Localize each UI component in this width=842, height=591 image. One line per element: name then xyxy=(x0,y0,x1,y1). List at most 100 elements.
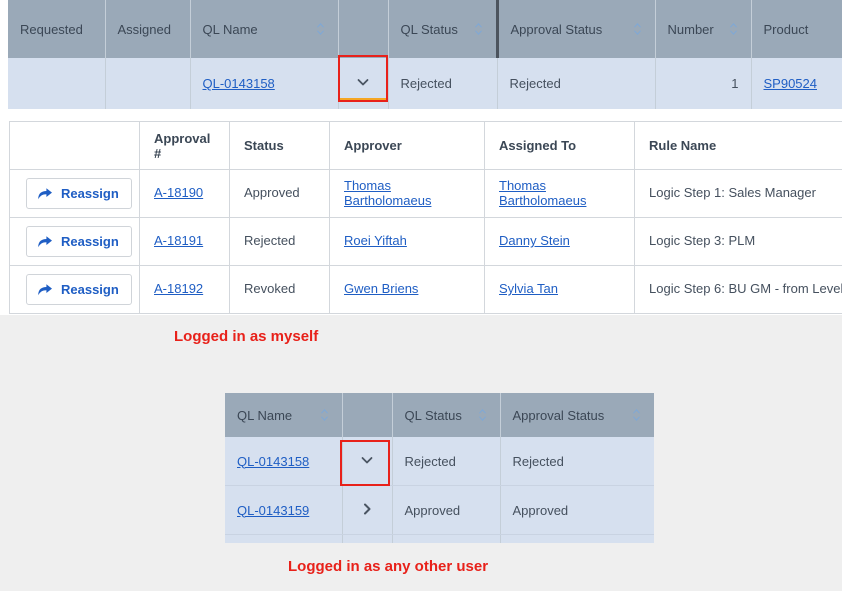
expanded-row-indicator xyxy=(340,98,386,101)
forward-arrow-icon xyxy=(37,235,53,249)
column-header-number[interactable]: Number xyxy=(655,0,752,58)
column-header-label: QL Status xyxy=(404,407,462,423)
reassign-button[interactable]: Reassign xyxy=(26,226,132,257)
cell-ql-name xyxy=(225,534,343,543)
forward-arrow-icon xyxy=(37,187,53,201)
cell-ql-status: Rejected xyxy=(392,437,501,486)
quote-line-grid-table: Requested Assigned QL Name QL Status App… xyxy=(8,0,842,109)
product-link[interactable]: SP90524 xyxy=(764,76,818,91)
detail-column-header-actions xyxy=(9,121,140,170)
cell-assigned-to: Sylvia Tan xyxy=(484,265,635,314)
column-header-ql-status[interactable]: QL Status xyxy=(388,0,499,58)
cell-approver: Thomas Bartholomaeus xyxy=(329,169,485,218)
column-header-expander xyxy=(342,393,393,437)
approval-detail-grid: Approval # Status Approver Assigned To R… xyxy=(0,110,842,315)
column-header-approval-status[interactable]: Approval Status xyxy=(497,0,656,58)
column-header-label: Product xyxy=(763,21,809,37)
ql-name-link[interactable]: QL-0143158 xyxy=(237,454,309,469)
column-header-product[interactable]: Product xyxy=(751,0,842,58)
cell-actions: Reassign xyxy=(9,265,140,314)
column-header-assigned[interactable]: Assigned xyxy=(105,0,191,58)
reassign-button-label: Reassign xyxy=(61,282,119,297)
approver-link[interactable]: Thomas Bartholomaeus xyxy=(344,178,431,208)
column-header-label: Approval Status xyxy=(512,407,605,423)
row-expander-button[interactable] xyxy=(338,58,389,109)
reassign-button[interactable]: Reassign xyxy=(26,178,132,209)
chevron-down-icon xyxy=(356,75,370,89)
cell-status: Approved xyxy=(229,169,330,218)
detail-header-row: Approval # Status Approver Assigned To R… xyxy=(9,121,842,170)
cell-rule-name: Logic Step 1: Sales Manager xyxy=(634,169,842,218)
ql-name-link[interactable]: QL-0143158 xyxy=(203,76,275,91)
column-header-label: Assigned xyxy=(117,21,171,37)
column-header-ql-name[interactable]: QL Name xyxy=(190,0,339,58)
detail-column-header-approver: Approver xyxy=(329,121,485,170)
cell-approval-number: A-18192 xyxy=(139,265,230,314)
cell-approval-status: Rejected xyxy=(500,437,654,486)
approval-number-link[interactable]: A-18190 xyxy=(154,185,203,200)
table-row[interactable]: QL-0143158 Rejected Rejected 1 SP90524 xyxy=(8,58,842,109)
approval-number-link[interactable]: A-18191 xyxy=(154,233,203,248)
column-header-label: QL Name xyxy=(202,21,258,37)
cell-ql-name: QL-0143159 xyxy=(225,485,343,535)
cell-requested xyxy=(8,58,106,109)
cell-approver: Gwen Briens xyxy=(329,265,485,314)
column-header-ql-status[interactable]: QL Status xyxy=(392,393,501,437)
chevron-right-icon xyxy=(360,502,374,516)
detail-column-header-approval-number: Approval # xyxy=(139,121,230,170)
quote-line-grid-other-user-table: QL Name QL Status Approval Status QL-014… xyxy=(225,393,654,543)
sort-icon[interactable] xyxy=(319,408,330,422)
reassign-button[interactable]: Reassign xyxy=(26,274,132,305)
cell-rule-name: Logic Step 3: PLM xyxy=(634,217,842,266)
sort-icon[interactable] xyxy=(632,22,643,36)
table-row[interactable]: QL-0143158 Rejected Rejected xyxy=(225,437,654,486)
reassign-button-label: Reassign xyxy=(61,234,119,249)
reassign-button-label: Reassign xyxy=(61,186,119,201)
column-header-expander xyxy=(338,0,389,58)
detail-column-header-status: Status xyxy=(229,121,330,170)
approval-number-link[interactable]: A-18192 xyxy=(154,281,203,296)
row-expander-button[interactable] xyxy=(342,437,393,486)
sort-icon[interactable] xyxy=(728,22,739,36)
sort-icon[interactable] xyxy=(477,408,488,422)
table-row-partial xyxy=(225,534,654,543)
table-row[interactable]: QL-0143159 Approved Approved xyxy=(225,485,654,535)
cell-approver: Roei Yiftah xyxy=(329,217,485,266)
cell-assigned-to: Danny Stein xyxy=(484,217,635,266)
assigned-to-link[interactable]: Danny Stein xyxy=(499,233,570,248)
row-expander-button[interactable] xyxy=(342,485,393,535)
cell-approval-status: Rejected xyxy=(497,58,656,109)
cell-ql-status: Approved xyxy=(392,485,501,535)
cell-number: 1 xyxy=(655,58,752,109)
cell-ql-name: QL-0143158 xyxy=(190,58,339,109)
cell-product: SP90524 xyxy=(751,58,842,109)
cell-ql-status xyxy=(392,534,501,543)
sort-icon[interactable] xyxy=(473,22,484,36)
quote-line-grid: Requested Assigned QL Name QL Status App… xyxy=(0,0,842,110)
cell-approval-status xyxy=(500,534,654,543)
sort-icon[interactable] xyxy=(315,22,326,36)
chevron-down-icon xyxy=(360,453,374,467)
cell-ql-status: Rejected xyxy=(388,58,498,109)
cell-status: Rejected xyxy=(229,217,330,266)
cell-approval-number: A-18191 xyxy=(139,217,230,266)
sort-icon[interactable] xyxy=(631,408,642,422)
cell-ql-name: QL-0143158 xyxy=(225,437,343,486)
cell-expander xyxy=(342,534,393,543)
forward-arrow-icon xyxy=(37,283,53,297)
assigned-to-link[interactable]: Thomas Bartholomaeus xyxy=(499,178,586,208)
cell-actions: Reassign xyxy=(9,169,140,218)
column-header-approval-status[interactable]: Approval Status xyxy=(500,393,654,437)
approver-link[interactable]: Roei Yiftah xyxy=(344,233,407,248)
annotation-caption-bottom: Logged in as any other user xyxy=(288,558,489,575)
column-header-label: QL Status xyxy=(400,21,458,37)
assigned-to-link[interactable]: Sylvia Tan xyxy=(499,281,558,296)
column-header-requested[interactable]: Requested xyxy=(8,0,106,58)
column-header-ql-name[interactable]: QL Name xyxy=(225,393,343,437)
cell-status: Revoked xyxy=(229,265,330,314)
table-row: Reassign A-18191 Rejected Roei Yiftah Da… xyxy=(9,217,842,266)
column-header-label: Number xyxy=(667,21,714,37)
ql-name-link[interactable]: QL-0143159 xyxy=(237,503,309,518)
approver-link[interactable]: Gwen Briens xyxy=(344,281,418,296)
quote-line-grid-other-user: QL Name QL Status Approval Status QL-014… xyxy=(225,393,654,543)
